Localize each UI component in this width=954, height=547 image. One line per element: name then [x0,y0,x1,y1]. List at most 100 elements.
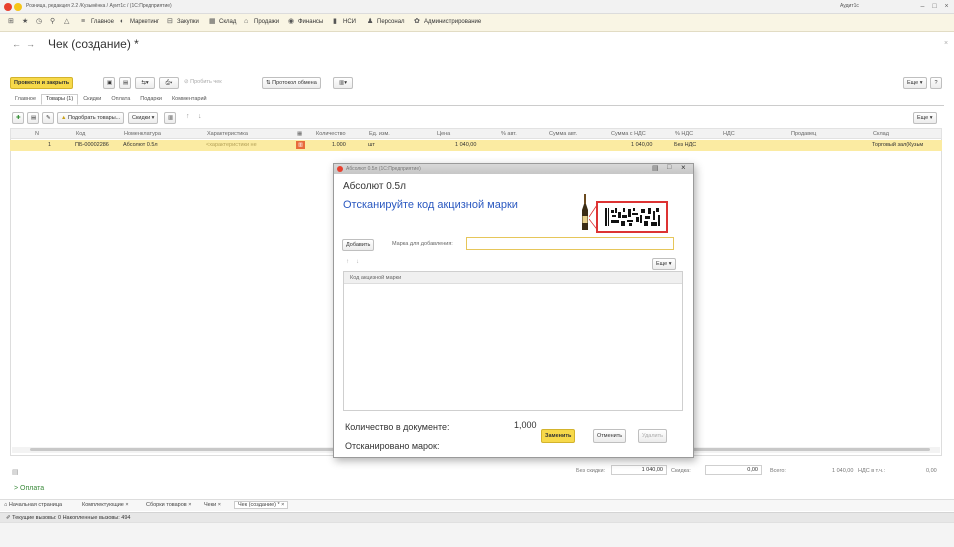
cell-item[interactable]: Абсолют 0.5л [123,142,158,148]
menu-marketing[interactable]: ◐ Маркетинг [120,18,159,25]
menu-nsi[interactable]: ▮ НСИ [333,18,356,25]
window-tab-assemblies[interactable]: Сборки товаров × [146,502,191,508]
list-header[interactable]: Код акцизной марки [344,272,682,284]
col-n[interactable]: N [35,131,39,137]
maximize-icon[interactable]: □ [930,2,939,11]
menu-main[interactable]: ≡ Главное [81,18,114,25]
cancel-button[interactable]: Отменить [593,429,627,443]
col-characteristic[interactable]: Характеристика [207,131,248,137]
menu-staff[interactable]: ♟ Персонал [367,18,405,25]
replace-button[interactable]: Заменить [541,429,576,443]
window-tab-receipt-new[interactable]: Чек (создание) * × [234,501,289,509]
cell-sum-vat[interactable]: 1 040,00 [631,142,652,148]
dialog-more-button[interactable]: Еще ▾ [652,258,676,270]
col-vat[interactable]: НДС [723,131,735,137]
no-discount-field: 1 040,00 [611,465,667,475]
col-sum-vat[interactable]: Сумма с НДС [611,131,646,137]
cell-vat-rate[interactable]: Без НДС [674,142,696,148]
based-on-icon[interactable]: ⇆▾ [135,77,155,89]
copy-row-icon[interactable]: ▤ [27,112,39,124]
cell-qty[interactable]: 1.000 [332,142,346,148]
excise-marks-icon[interactable]: ▥ [296,141,305,149]
tab-payment[interactable]: Оплата [106,94,135,105]
table-header: N Код Номенклатура Характеристика ▦ Коли… [10,128,942,139]
discount-field: 0,00 [705,465,762,475]
excise-marks-list[interactable]: Код акцизной марки [343,271,683,411]
dialog-maximize-icon[interactable]: □ [667,164,671,171]
cell-characteristic[interactable]: <характеристики не [206,142,257,148]
grid-icon[interactable]: ⊞ [8,18,15,25]
cell-unit[interactable]: шт [368,142,375,148]
tab-main[interactable]: Главное [10,94,41,105]
menu-finance[interactable]: ◉ Финансы [288,18,323,25]
edit-row-icon[interactable]: ✎ [42,112,54,124]
tab-goods[interactable]: Товары (1) [41,94,79,105]
tab-discounts[interactable]: Скидки [78,94,106,105]
tab-comment[interactable]: Комментарий [167,94,212,105]
user-name[interactable]: Аудит1с [840,3,859,9]
add-row-icon[interactable]: ✚ [12,112,24,124]
reports-icon[interactable]: ▥▾ [333,77,353,89]
move-up-icon[interactable]: ↑ [186,113,190,120]
home-tab[interactable]: ⌂ Начальная страница [4,502,62,508]
move-down-icon-dialog[interactable]: ↓ [356,259,359,265]
col-auto-sum[interactable]: Сумма авт. [549,131,577,137]
pick-goods-button[interactable]: ▲ Подобрать товары... [57,112,125,124]
footer-icon[interactable]: ▤ [12,468,19,476]
page-title: Чек (создание) * [48,37,139,51]
clock-icon[interactable]: ◷ [36,18,43,25]
discounts-dropdown[interactable]: Скидки ▾ [128,112,159,124]
dialog-close-icon[interactable]: × [681,163,686,172]
menu-warehouse[interactable]: ▦ Склад [209,18,236,25]
exchange-log-button[interactable]: ⇅ Протокол обмена [262,77,321,89]
menu-purchases[interactable]: ⊟ Закупки [167,18,199,25]
grid-more-button[interactable]: Еще ▾ [913,112,937,124]
col-code[interactable]: Код [76,131,85,137]
menu-admin[interactable]: ✿ Администрирование [414,18,481,25]
col-unit[interactable]: Ед. изм. [369,131,390,137]
cell-warehouse[interactable]: Торговый зал(Кузьм [872,142,923,148]
cell-code[interactable]: ПБ-00002286 [75,142,109,148]
close-icon[interactable]: × [942,2,951,11]
punch-receipt-button[interactable]: ⊘ Пробить чек [184,79,222,85]
mark-input[interactable] [466,237,674,250]
minimize-icon[interactable]: – [918,2,927,11]
search-icon[interactable]: ⚲ [50,18,57,25]
payment-link[interactable]: > Оплата [14,485,44,492]
barcode-icon[interactable]: ▥ [164,112,176,124]
more-button[interactable]: Еще ▾ [903,77,927,89]
col-auto-pct[interactable]: % авт. [501,131,517,137]
total-value: 1 040,00 [832,468,854,474]
menu-sales[interactable]: ⌂ Продажи [244,18,279,25]
table-row[interactable]: 1 ПБ-00002286 Абсолют 0.5л <характеристи… [10,140,942,151]
close-doc-icon[interactable]: × [944,40,948,47]
col-vat-rate[interactable]: % НДС [675,131,693,137]
window-tab-receipts[interactable]: Чеки × [204,502,221,508]
back-arrow-icon[interactable]: ← [12,39,21,49]
dialog-menu-icon[interactable]: ▤ [652,164,659,172]
forward-arrow-icon[interactable]: → [26,39,35,49]
add-mark-button[interactable]: Добавить [342,239,375,251]
tab-gifts[interactable]: Подарки [135,94,167,105]
col-price[interactable]: Цена [437,131,450,137]
col-qty[interactable]: Количество [316,131,346,137]
post-icon[interactable]: ▤ [119,77,131,89]
move-up-icon-dialog[interactable]: ↑ [346,259,349,265]
move-down-icon[interactable]: ↓ [198,113,202,120]
help-button[interactable]: ? [930,77,942,89]
delete-button[interactable]: Удалить [638,429,667,443]
cell-price[interactable]: 1 040,00 [455,142,476,148]
col-warehouse[interactable]: Склад [873,131,889,137]
status-text: ✐ Текущие вызовы: 0 Накопленные вызовы: … [6,515,131,521]
col-item[interactable]: Номенклатура [124,131,161,137]
bell-icon[interactable]: △ [64,18,71,25]
print-icon[interactable]: ⎙▾ [159,77,179,89]
app-menu-icon[interactable] [14,3,22,11]
purchases-icon: ⊟ [167,18,173,25]
star-icon[interactable]: ★ [22,18,29,25]
save-icon[interactable]: ▣ [103,77,115,89]
col-seller[interactable]: Продавец [791,131,816,137]
col-table-icon[interactable]: ▦ [297,131,302,137]
post-and-close-button[interactable]: Провести и закрыть [10,77,74,89]
window-tab-components[interactable]: Комплектующие × [82,502,129,508]
